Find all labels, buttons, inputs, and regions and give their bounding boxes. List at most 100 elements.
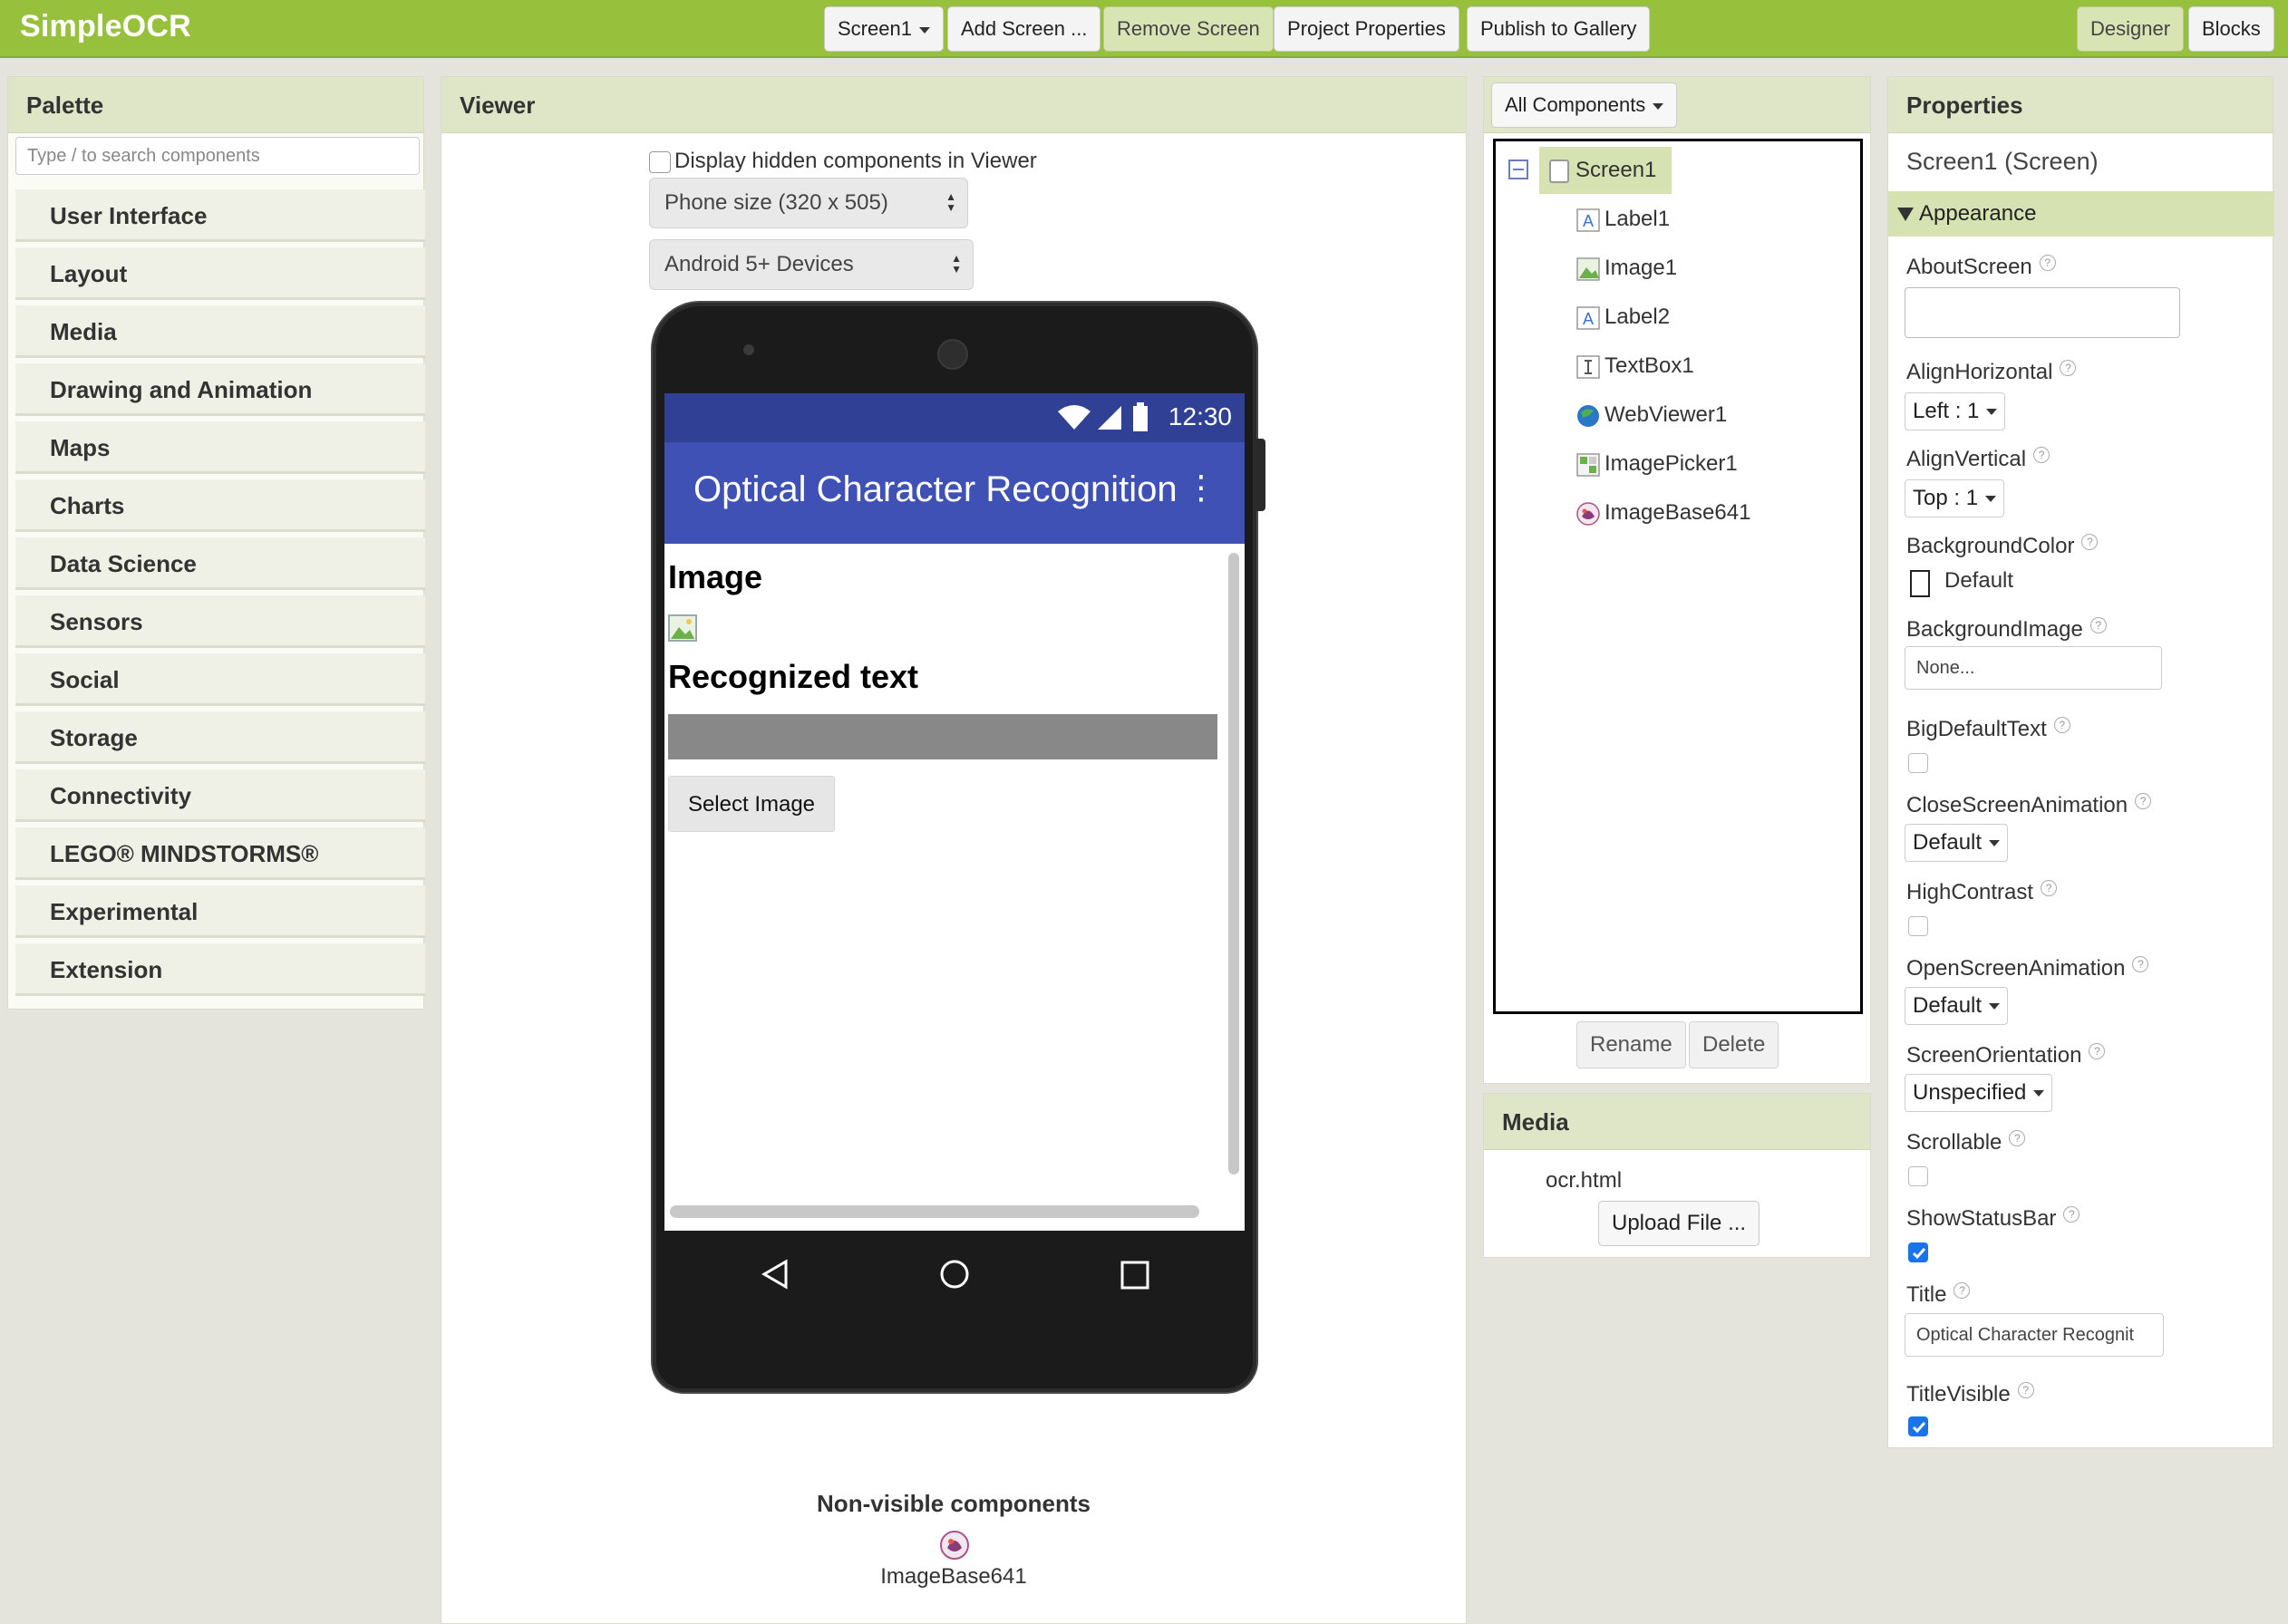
- tree-item-textbox1[interactable]: TextBox1: [1575, 348, 1694, 384]
- vertical-scrollbar[interactable]: [1228, 553, 1239, 1174]
- prop-label-text: TitleVisible: [1906, 1382, 2011, 1406]
- palette-category-data-science[interactable]: Data Science: [15, 537, 425, 590]
- blocks-button[interactable]: Blocks: [2188, 6, 2274, 52]
- help-icon[interactable]: ?: [2135, 793, 2152, 809]
- horizontal-scrollbar[interactable]: [670, 1205, 1199, 1218]
- rename-button[interactable]: Rename: [1576, 1021, 1686, 1068]
- palette-category-experimental[interactable]: Experimental: [15, 885, 425, 938]
- backgroundcolor-swatch[interactable]: [1910, 570, 1930, 597]
- palette-category-user-interface[interactable]: User Interface: [15, 189, 425, 242]
- screen-select-button[interactable]: Screen1: [824, 6, 944, 52]
- prop-label-text: Title: [1906, 1282, 1947, 1307]
- tree-item-label: Screen1: [1575, 158, 1657, 182]
- hidden-components-label: Display hidden components in Viewer: [674, 149, 1037, 173]
- collapse-icon[interactable]: [1508, 160, 1528, 179]
- add-screen-button[interactable]: Add Screen ...: [947, 6, 1101, 52]
- phone-size-value: Phone size (320 x 505): [664, 190, 888, 215]
- palette-category-charts[interactable]: Charts: [15, 479, 425, 532]
- svg-text:A: A: [1583, 310, 1594, 328]
- closescreenanimation-dropdown[interactable]: Default: [1905, 824, 2009, 862]
- hidden-components-toggle[interactable]: Display hidden components in Viewer: [649, 149, 1037, 174]
- title-field[interactable]: Optical Character Recognit: [1905, 1313, 2164, 1357]
- palette-category-media[interactable]: Media: [15, 305, 425, 358]
- titlevisible-checkbox[interactable]: [1908, 1416, 1928, 1436]
- textbox-icon: [1576, 354, 1600, 379]
- help-icon[interactable]: ?: [2017, 1382, 2034, 1398]
- wifi-icon: [1058, 405, 1091, 430]
- help-icon[interactable]: ?: [1954, 1282, 1971, 1299]
- tree-item-webviewer1[interactable]: WebViewer1: [1575, 397, 1727, 433]
- prop-scrollable-label: Scrollable?: [1906, 1130, 2026, 1155]
- media-panel: Media ocr.html Upload File ...: [1483, 1093, 1871, 1258]
- designer-button[interactable]: Designer: [2077, 6, 2185, 52]
- palette-category-drawing-animation[interactable]: Drawing and Animation: [15, 363, 425, 416]
- publish-gallery-button[interactable]: Publish to Gallery: [1467, 6, 1651, 52]
- openscreenanimation-dropdown[interactable]: Default: [1905, 987, 2009, 1025]
- help-icon[interactable]: ?: [2132, 956, 2149, 972]
- palette-category-connectivity[interactable]: Connectivity: [15, 769, 425, 822]
- scrollable-checkbox[interactable]: [1908, 1166, 1928, 1186]
- tree-item-screen1[interactable]: Screen1: [1546, 152, 1656, 188]
- image-placeholder-icon[interactable]: [668, 614, 697, 642]
- all-components-dropdown[interactable]: All Components: [1491, 82, 1678, 128]
- phone-size-select[interactable]: Phone size (320 x 505) ▲ ▼: [649, 178, 968, 228]
- extension-icon[interactable]: [939, 1530, 970, 1561]
- tree-item-imagepicker1[interactable]: ImagePicker1: [1575, 446, 1738, 482]
- help-icon[interactable]: ?: [2033, 447, 2050, 463]
- phone-screen-title: Optical Character Recognition: [693, 469, 1178, 509]
- backgroundimage-field[interactable]: None...: [1905, 646, 2162, 690]
- palette-category-social[interactable]: Social: [15, 653, 425, 706]
- tree-item-imagebase641[interactable]: ImageBase641: [1575, 495, 1750, 531]
- app-title: SimpleOCR: [20, 9, 191, 44]
- palette-category-layout[interactable]: Layout: [15, 247, 425, 300]
- project-properties-button[interactable]: Project Properties: [1274, 6, 1459, 52]
- help-icon[interactable]: ?: [2089, 1043, 2106, 1059]
- palette-search-input[interactable]: [15, 137, 420, 175]
- alignhorizontal-dropdown[interactable]: Left : 1: [1905, 392, 2006, 430]
- help-icon[interactable]: ?: [2060, 360, 2077, 376]
- all-components-label: All Components: [1505, 93, 1646, 116]
- prop-label-text: OpenScreenAnimation: [1906, 956, 2126, 981]
- media-file-item[interactable]: ocr.html: [1546, 1168, 1622, 1194]
- help-icon[interactable]: ?: [2039, 255, 2056, 271]
- palette-category-sensors[interactable]: Sensors: [15, 595, 425, 648]
- help-icon[interactable]: ?: [2063, 1206, 2080, 1223]
- overflow-menu-icon[interactable]: ⋮: [1185, 469, 1217, 506]
- help-icon[interactable]: ?: [2053, 717, 2070, 733]
- tree-item-label1[interactable]: A Label1: [1575, 201, 1670, 237]
- help-icon[interactable]: ?: [2089, 617, 2107, 633]
- device-select[interactable]: Android 5+ Devices ▲ ▼: [649, 239, 974, 290]
- showstatusbar-checkbox[interactable]: [1908, 1242, 1928, 1262]
- remove-screen-button[interactable]: Remove Screen: [1103, 6, 1274, 52]
- backgroundcolor-value[interactable]: Default: [1944, 568, 2013, 594]
- screenorientation-dropdown[interactable]: Unspecified: [1905, 1074, 2053, 1112]
- label2-preview[interactable]: Recognized text: [668, 658, 918, 696]
- palette-category-maps[interactable]: Maps: [15, 421, 425, 474]
- label1-preview[interactable]: Image: [668, 558, 762, 596]
- hidden-components-checkbox[interactable]: [649, 150, 671, 173]
- appearance-label: Appearance: [1919, 201, 2037, 226]
- palette-category-storage[interactable]: Storage: [15, 711, 425, 764]
- upload-file-button[interactable]: Upload File ...: [1598, 1201, 1760, 1246]
- help-icon[interactable]: ?: [2081, 534, 2099, 550]
- select-image-button[interactable]: Select Image: [668, 776, 835, 832]
- textbox1-preview[interactable]: [668, 714, 1217, 759]
- delete-button[interactable]: Delete: [1689, 1021, 1779, 1068]
- highcontrast-checkbox[interactable]: [1908, 916, 1928, 936]
- appearance-section-toggle[interactable]: Appearance: [1888, 191, 2274, 237]
- phone-sensor: [743, 344, 754, 355]
- alignvertical-dropdown[interactable]: Top : 1: [1905, 479, 2005, 517]
- tree-item-label2[interactable]: A Label2: [1575, 299, 1670, 335]
- aboutscreen-textarea[interactable]: [1905, 287, 2180, 338]
- recents-icon: [1120, 1261, 1149, 1290]
- help-icon[interactable]: ?: [2009, 1130, 2026, 1146]
- tree-item-label: ImageBase641: [1605, 500, 1751, 525]
- bigdefaulttext-checkbox[interactable]: [1908, 753, 1928, 773]
- tree-item-image1[interactable]: Image1: [1575, 250, 1677, 286]
- alignhorizontal-value: Left : 1: [1913, 399, 1980, 423]
- chevron-down-icon: [1985, 496, 1997, 503]
- phone-speaker: [939, 341, 966, 368]
- palette-category-lego[interactable]: LEGO® MINDSTORMS®: [15, 827, 425, 880]
- palette-category-extension[interactable]: Extension: [15, 943, 425, 996]
- help-icon[interactable]: ?: [2041, 880, 2058, 896]
